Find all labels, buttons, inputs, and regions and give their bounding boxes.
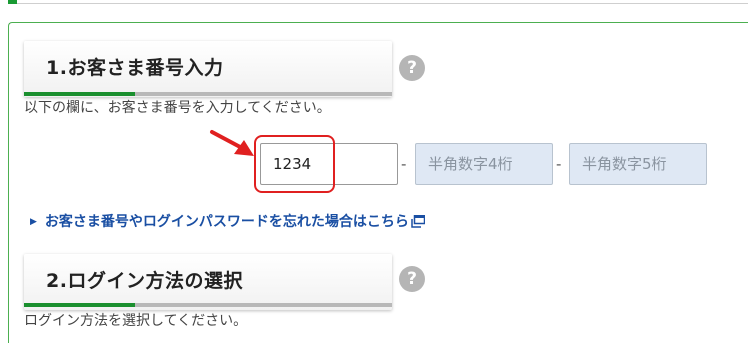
section1-instruction: 以下の欄に、お客さま番号を入力してください。 xyxy=(24,100,331,116)
triangle-right-icon: ▶ xyxy=(30,217,37,227)
separator-1: - xyxy=(401,155,407,173)
external-window-icon xyxy=(411,214,426,228)
section1-title: 1.お客さま番号入力 xyxy=(46,57,224,79)
help-icon-2[interactable]: ? xyxy=(399,266,425,292)
red-arrow-icon xyxy=(210,130,254,156)
forgot-link-label: お客さま番号やログインパスワードを忘れた場合はこちら xyxy=(44,214,409,230)
section1-progress-rule xyxy=(24,92,392,96)
forgot-credentials-link[interactable]: ▶ お客さま番号やログインパスワードを忘れた場合はこちら xyxy=(30,211,426,231)
top-divider xyxy=(17,3,748,4)
customer-number-field-3[interactable] xyxy=(569,143,707,185)
highlight-frame xyxy=(254,135,335,193)
top-accent-bar xyxy=(8,0,17,4)
section2-title: 2.ログイン方法の選択 xyxy=(46,270,243,292)
section2-instruction: ログイン方法を選択してください。 xyxy=(24,313,248,329)
section1-header: 1.お客さま番号入力 xyxy=(24,41,392,97)
help-icon[interactable]: ? xyxy=(399,55,425,81)
customer-number-field-2[interactable] xyxy=(415,143,553,185)
separator-2: - xyxy=(556,155,562,173)
section2-header: 2.ログイン方法の選択 xyxy=(24,254,392,310)
section2-progress-rule xyxy=(24,303,392,307)
